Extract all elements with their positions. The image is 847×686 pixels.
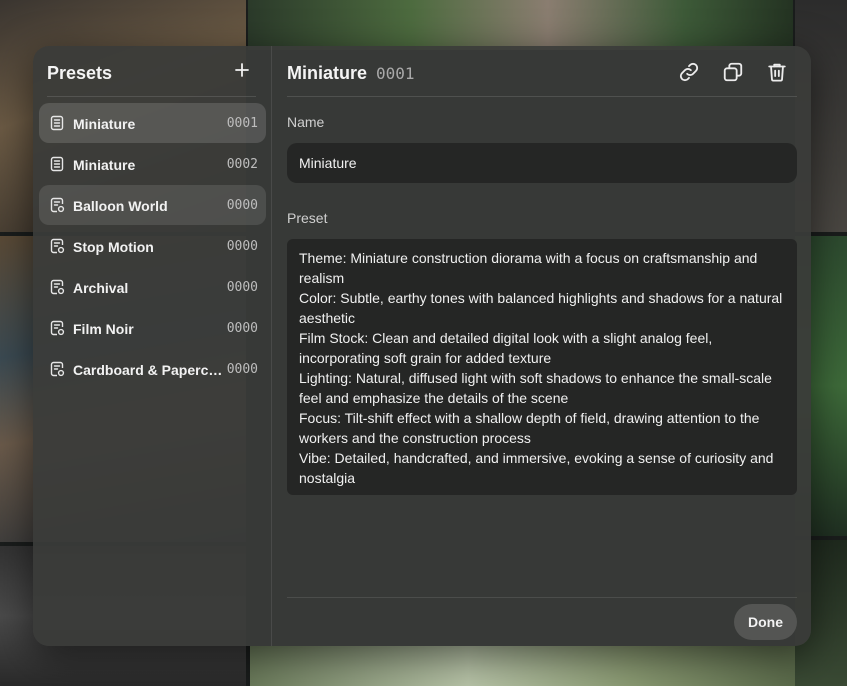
document-gear-icon [49, 197, 65, 213]
preset-item[interactable]: Balloon World 0000 [39, 185, 266, 225]
preset-editor: Miniature 0001 Name Miniature Preset The… [273, 46, 811, 646]
preset-code: 0000 [226, 239, 258, 254]
preset-name: Cardboard & Papercraft [73, 362, 225, 378]
preset-item[interactable]: Stop Motion 0000 [39, 226, 266, 266]
footer-divider [287, 597, 797, 598]
preset-name: Stop Motion [73, 239, 154, 255]
document-gear-icon [49, 361, 65, 377]
duplicate-icon [723, 62, 743, 82]
preset-code: 0000 [226, 280, 258, 295]
editor-code: 0001 [376, 64, 415, 83]
document-gear-icon [49, 320, 65, 336]
presets-sidebar: Presets Miniature 0001 Miniature 0002 Balloo… [33, 46, 272, 646]
preset-item[interactable]: Film Noir 0000 [39, 308, 266, 348]
copy-link-button[interactable] [673, 58, 705, 86]
preset-item[interactable]: Miniature 0001 [39, 103, 266, 143]
background-tile [248, 0, 793, 50]
document-icon [49, 156, 65, 172]
preset-item[interactable]: Archival 0000 [39, 267, 266, 307]
preset-item[interactable]: Cardboard & Papercraft 0000 [39, 349, 266, 389]
sidebar-title: Presets [47, 63, 113, 83]
document-icon [49, 115, 65, 131]
preset-name: Film Noir [73, 321, 134, 337]
sidebar-header: Presets [47, 60, 256, 97]
presets-dialog: Presets Miniature 0001 Miniature 0002 Balloo… [33, 46, 811, 646]
preset-code: 0000 [226, 198, 258, 213]
preset-name: Miniature [73, 157, 136, 173]
preset-name: Archival [73, 280, 129, 296]
preset-code: 0000 [226, 321, 258, 336]
preset-name: Miniature [73, 116, 136, 132]
preset-label: Preset [287, 210, 328, 226]
delete-button[interactable] [761, 58, 793, 86]
preset-item[interactable]: Miniature 0002 [39, 144, 266, 184]
editor-header: Miniature 0001 [287, 46, 797, 97]
document-gear-icon [49, 238, 65, 254]
document-gear-icon [49, 279, 65, 295]
preset-code: 0001 [226, 116, 258, 131]
preset-list: Miniature 0001 Miniature 0002 Balloon World 0… [39, 103, 266, 390]
preset-name: Balloon World [73, 198, 168, 214]
duplicate-button[interactable] [717, 58, 749, 86]
add-preset-button[interactable] [228, 56, 256, 84]
trash-icon [768, 63, 786, 82]
preset-code: 0002 [226, 157, 258, 172]
plus-icon [235, 63, 249, 77]
done-button[interactable]: Done [734, 604, 797, 640]
link-icon [679, 62, 699, 82]
name-input[interactable] [287, 143, 797, 183]
name-label: Name [287, 114, 325, 130]
preset-textarea[interactable] [287, 239, 797, 495]
background-tile [250, 646, 795, 686]
editor-title: Miniature [287, 63, 368, 83]
preset-code: 0000 [226, 362, 258, 377]
